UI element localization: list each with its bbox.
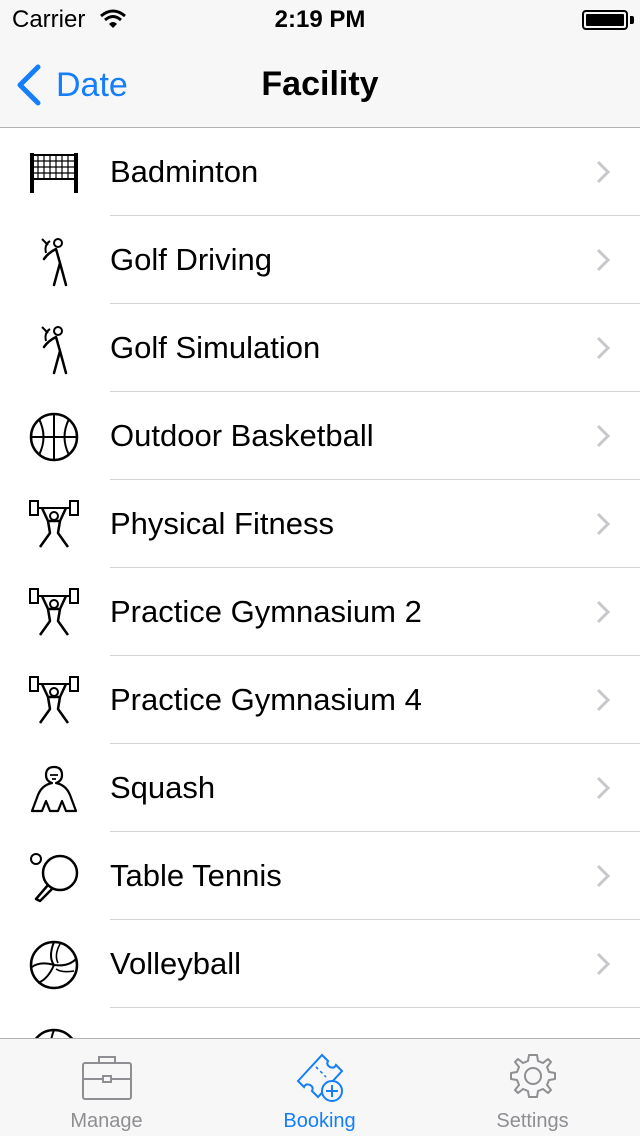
weightlifter-icon [29, 676, 79, 724]
chevron-right-icon [596, 688, 610, 712]
facility-list: Badminton Golf Driving Golf Simulation O… [0, 128, 640, 1038]
list-item-label: Physical Fitness [110, 506, 334, 541]
chevron-right-icon [596, 336, 610, 360]
chevron-right-icon [596, 600, 610, 624]
chevron-right-icon [596, 248, 610, 272]
badminton-net-icon [30, 153, 78, 193]
list-item-label: Badminton [110, 154, 259, 189]
tab-bar: Manage Booking Settings [0, 1038, 640, 1136]
list-item-volleyball[interactable]: Volleyball [0, 920, 640, 1008]
list-item-practice-gymnasium-2[interactable]: Practice Gymnasium 2 [0, 568, 640, 656]
gear-icon [509, 1054, 556, 1098]
status-time: 2:19 PM [274, 6, 366, 33]
weightlifter-icon [29, 500, 79, 548]
golfer-icon [41, 238, 68, 287]
list-item-label: Practice Gymnasium 2 [110, 594, 422, 629]
list-item-label: Volleyball [110, 946, 241, 981]
chevron-right-icon [596, 952, 610, 976]
chevron-right-icon [596, 512, 610, 536]
list-item-label: Golf Simulation [110, 330, 321, 365]
briefcase-icon [81, 1056, 132, 1100]
weightlifter-icon [29, 588, 79, 636]
list-item-squash[interactable]: Squash [0, 744, 640, 832]
list-item-label: Squash [110, 770, 216, 805]
tab-settings[interactable]: Settings [426, 1039, 639, 1137]
list-item-badminton[interactable]: Badminton [0, 128, 640, 216]
tab-manage[interactable]: Manage [0, 1039, 213, 1137]
list-item-outdoor-basketball[interactable]: Outdoor Basketball [0, 392, 640, 480]
chevron-right-icon [596, 424, 610, 448]
list-item-golf-driving[interactable]: Golf Driving [0, 216, 640, 304]
navigation-bar: Date Facility [0, 40, 640, 128]
list-item-label: Table Tennis [110, 858, 282, 893]
list-item-label: Golf Driving [110, 242, 272, 277]
tab-booking[interactable]: Booking [213, 1039, 426, 1137]
list-item-practice-gymnasium-4[interactable]: Practice Gymnasium 4 [0, 656, 640, 744]
golfer-icon [41, 326, 68, 375]
list-item-table-tennis[interactable]: Table Tennis [0, 832, 640, 920]
volleyball-icon [29, 940, 79, 990]
chevron-right-icon [596, 864, 610, 888]
tab-label: Booking [283, 1110, 356, 1132]
ping-pong-paddle-icon [30, 853, 79, 903]
basketball-icon [29, 412, 79, 462]
ticket-add-icon [296, 1053, 343, 1102]
list-item-label: Outdoor Basketball [110, 418, 374, 453]
page-title: Facility [261, 65, 379, 103]
tab-label: Manage [70, 1110, 143, 1132]
volleyball-icon [34, 1028, 74, 1038]
status-bar: Carrier 2:19 PM [0, 0, 640, 40]
tab-label: Settings [496, 1110, 569, 1132]
list-item-partial[interactable] [0, 1008, 640, 1038]
list-item-golf-simulation[interactable]: Golf Simulation [0, 304, 640, 392]
chevron-right-icon [596, 160, 610, 184]
chevron-right-icon [596, 776, 610, 800]
battery-tip [630, 16, 634, 24]
list-item-physical-fitness[interactable]: Physical Fitness [0, 480, 640, 568]
list-item-label: Practice Gymnasium 4 [110, 682, 422, 717]
gorilla-icon [30, 765, 78, 813]
battery-icon [582, 10, 628, 30]
